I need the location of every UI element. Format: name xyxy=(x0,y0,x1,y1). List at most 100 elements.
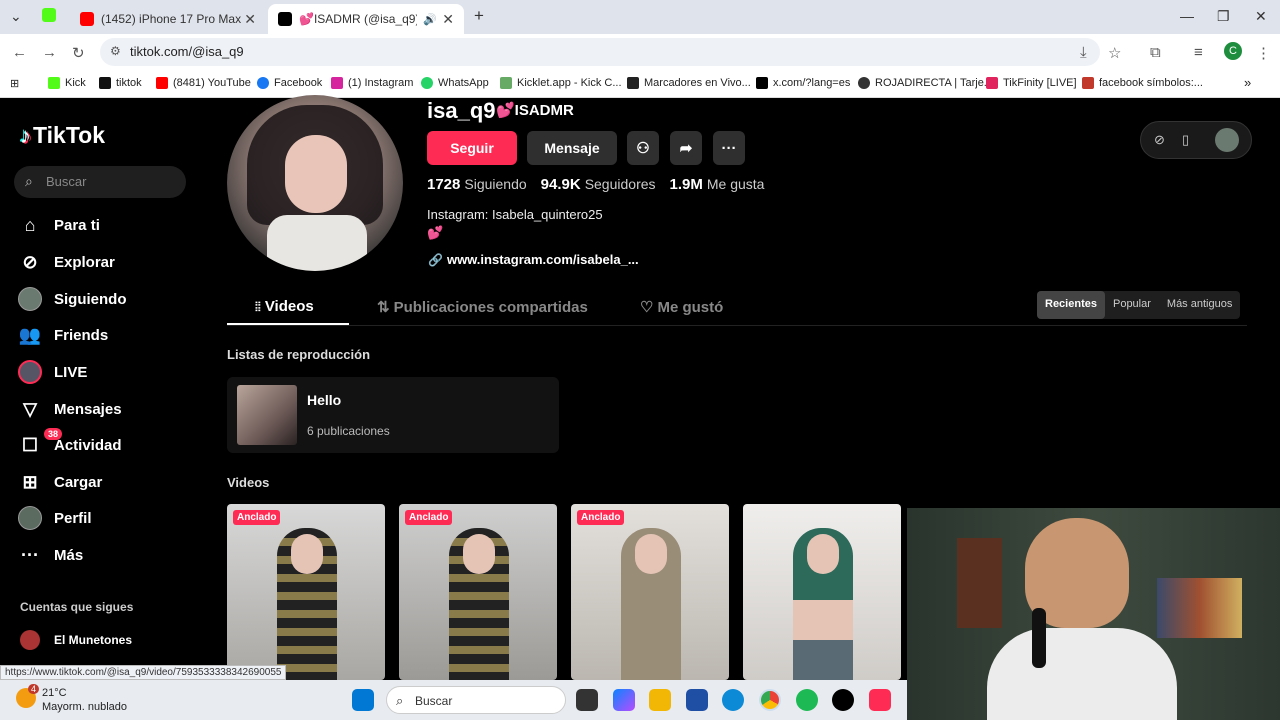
video-thumbnail[interactable] xyxy=(743,504,901,680)
kicklet-icon xyxy=(500,77,512,89)
bookmark-kicklet[interactable]: Kicklet.app - Kick C... xyxy=(500,77,622,89)
tab-tiktok[interactable]: 💕ISADMR (@isa_q9) | TikT 🔊 ✕ xyxy=(268,4,464,34)
tiktok-app-icon[interactable] xyxy=(832,689,854,711)
sidebar-item-cargar[interactable]: ⊞ Cargar xyxy=(18,469,102,495)
bookmark-rojadirecta[interactable]: ROJADIRECTA | Tarje... xyxy=(858,77,993,89)
tab-label: Me gustó xyxy=(657,299,724,316)
bookmark-instagram[interactable]: (1) Instagram xyxy=(331,77,413,89)
playlist-thumbnail xyxy=(237,385,297,445)
facebook-icon xyxy=(257,77,269,89)
windows-start-icon[interactable] xyxy=(352,689,374,711)
sidebar-item-explorar[interactable]: ⊘ Explorar xyxy=(18,249,114,275)
sidebar-item-perfil[interactable]: Perfil xyxy=(18,505,92,531)
weather-desc: Mayorm. nublado xyxy=(42,701,127,713)
store-icon[interactable] xyxy=(686,689,708,711)
file-explorer-icon[interactable] xyxy=(649,689,671,711)
bookmark-youtube[interactable]: (8481) YouTube xyxy=(156,77,251,89)
reload-icon[interactable]: ↻ xyxy=(72,44,85,62)
more-bookmarks-icon[interactable]: » xyxy=(1244,75,1251,90)
minimize-button[interactable]: — xyxy=(1180,8,1194,24)
bookmark-whatsapp[interactable]: WhatsApp xyxy=(421,77,489,89)
task-view-icon[interactable] xyxy=(576,689,598,711)
sidebar-item-mas[interactable]: ··· Más xyxy=(18,542,83,568)
tab-liked[interactable]: ♡ Me gustó xyxy=(640,298,723,316)
bookmark-star-icon[interactable]: ☆ xyxy=(1108,44,1121,62)
profile-link[interactable]: 🔗 www.instagram.com/isabela_... xyxy=(428,252,639,267)
coin-icon[interactable]: ⊘ xyxy=(1154,132,1165,148)
extensions-icon[interactable]: ⧉ xyxy=(1150,44,1161,61)
profile-avatar-icon[interactable]: C xyxy=(1224,42,1242,60)
playlist-card[interactable]: Hello 6 publicaciones xyxy=(227,377,559,453)
bookmark-facebook[interactable]: Facebook xyxy=(257,77,322,89)
media-icon[interactable]: ≡ xyxy=(1194,44,1203,61)
chrome-icon[interactable] xyxy=(759,689,781,711)
bookmark-facebook-simbolos[interactable]: facebook símbolos:... xyxy=(1082,77,1203,89)
phone-icon[interactable]: ▯ xyxy=(1182,132,1189,148)
tab-reposts[interactable]: ⇅ Publicaciones compartidas xyxy=(377,298,588,316)
sort-antiguos[interactable]: Más antiguos xyxy=(1159,291,1240,319)
tab-videos[interactable]: ⦙⦙ Videos xyxy=(255,298,314,315)
add-friend-icon[interactable]: ⚇ xyxy=(627,131,659,165)
menu-dots-icon[interactable]: ⋮ xyxy=(1256,44,1271,62)
sidebar-item-actividad[interactable]: ☐ 38 Actividad xyxy=(18,428,122,458)
whatsapp-icon xyxy=(421,77,433,89)
tab-search-chevron-icon[interactable]: ⌄ xyxy=(10,8,22,25)
sort-recientes[interactable]: Recientes xyxy=(1037,291,1105,319)
spotify-icon[interactable] xyxy=(796,689,818,711)
bookmark-label: Marcadores en Vivo... xyxy=(644,77,751,89)
weather-widget[interactable]: 21°C Mayorm. nublado xyxy=(42,686,127,714)
tab-youtube[interactable]: (1452) iPhone 17 Pro Max vs Sa ✕ xyxy=(70,4,266,34)
sidebar-item-siguiendo[interactable]: Siguiendo xyxy=(18,286,127,312)
forward-icon[interactable]: → xyxy=(42,44,57,61)
url-input[interactable]: ⚙ tiktok.com/@isa_q9 xyxy=(100,38,1100,66)
video-thumbnail[interactable]: Anclado xyxy=(571,504,729,680)
video-thumbnail[interactable]: Anclado xyxy=(399,504,557,680)
tiktok-logo[interactable]: ♪ TikTok xyxy=(20,122,105,149)
apps-grid-icon[interactable]: ⊞ xyxy=(10,77,19,90)
follow-button[interactable]: Seguir xyxy=(427,131,517,165)
profile-avatar-large[interactable] xyxy=(227,95,403,271)
message-button[interactable]: Mensaje xyxy=(527,131,617,165)
friends-icon: 👥 xyxy=(18,324,42,345)
install-icon[interactable]: ⤓ xyxy=(1080,44,1087,61)
close-icon[interactable]: ✕ xyxy=(244,11,256,28)
sidebar-item-friends[interactable]: 👥 Friends xyxy=(18,322,108,348)
copilot-icon[interactable] xyxy=(613,689,635,711)
sidebar-item-mensajes[interactable]: ▽ Mensajes xyxy=(18,396,121,422)
close-icon[interactable]: ✕ xyxy=(442,11,454,28)
speaker-icon[interactable]: 🔊 xyxy=(423,13,437,26)
stat-following[interactable]: 1728 Siguiendo xyxy=(427,176,527,193)
bookmark-tiktok[interactable]: tiktok xyxy=(99,77,142,89)
bookmark-x[interactable]: x.com/?lang=es xyxy=(756,77,850,89)
tiktok-live-icon[interactable] xyxy=(869,689,891,711)
kick-tab-icon[interactable] xyxy=(42,8,56,22)
sort-popular[interactable]: Popular xyxy=(1105,291,1159,319)
site-info-icon[interactable]: ⚙ xyxy=(110,44,121,58)
back-icon[interactable]: ← xyxy=(12,44,27,61)
bookmark-tikfinity[interactable]: TikFinity [LIVE] xyxy=(986,77,1077,89)
restore-button[interactable]: ❐ xyxy=(1217,8,1230,25)
search-input[interactable]: ⌕ Buscar xyxy=(14,166,186,198)
edge-icon[interactable] xyxy=(722,689,744,711)
live-avatar xyxy=(18,360,42,384)
weather-temp: 21°C xyxy=(42,687,67,699)
microphone xyxy=(1032,608,1046,668)
stat-value: 1728 xyxy=(427,176,461,193)
close-window-button[interactable]: ✕ xyxy=(1255,8,1267,25)
share-icon[interactable]: ➦ xyxy=(670,131,702,165)
stat-value: 1.9M xyxy=(669,176,703,193)
video-thumbnail[interactable]: Anclado xyxy=(227,504,385,680)
stat-followers[interactable]: 94.9K Seguidores xyxy=(541,176,656,193)
new-tab-button[interactable]: + xyxy=(474,6,484,26)
taskbar-search[interactable]: ⌕ Buscar xyxy=(386,686,566,714)
following-account-item[interactable]: El Munetones xyxy=(20,630,132,650)
bookmark-marcadores[interactable]: Marcadores en Vivo... xyxy=(627,77,751,89)
sidebar-item-live[interactable]: LIVE xyxy=(18,359,87,385)
bookmark-kick[interactable]: Kick xyxy=(48,77,86,89)
tiktok-note-icon: ♪ xyxy=(20,122,31,148)
marcadores-icon xyxy=(627,77,639,89)
more-options-icon[interactable]: ··· xyxy=(713,131,745,165)
stat-value: 94.9K xyxy=(540,176,581,193)
avatar[interactable] xyxy=(1215,128,1239,152)
sidebar-item-para-ti[interactable]: ⌂ Para ti xyxy=(18,212,100,238)
